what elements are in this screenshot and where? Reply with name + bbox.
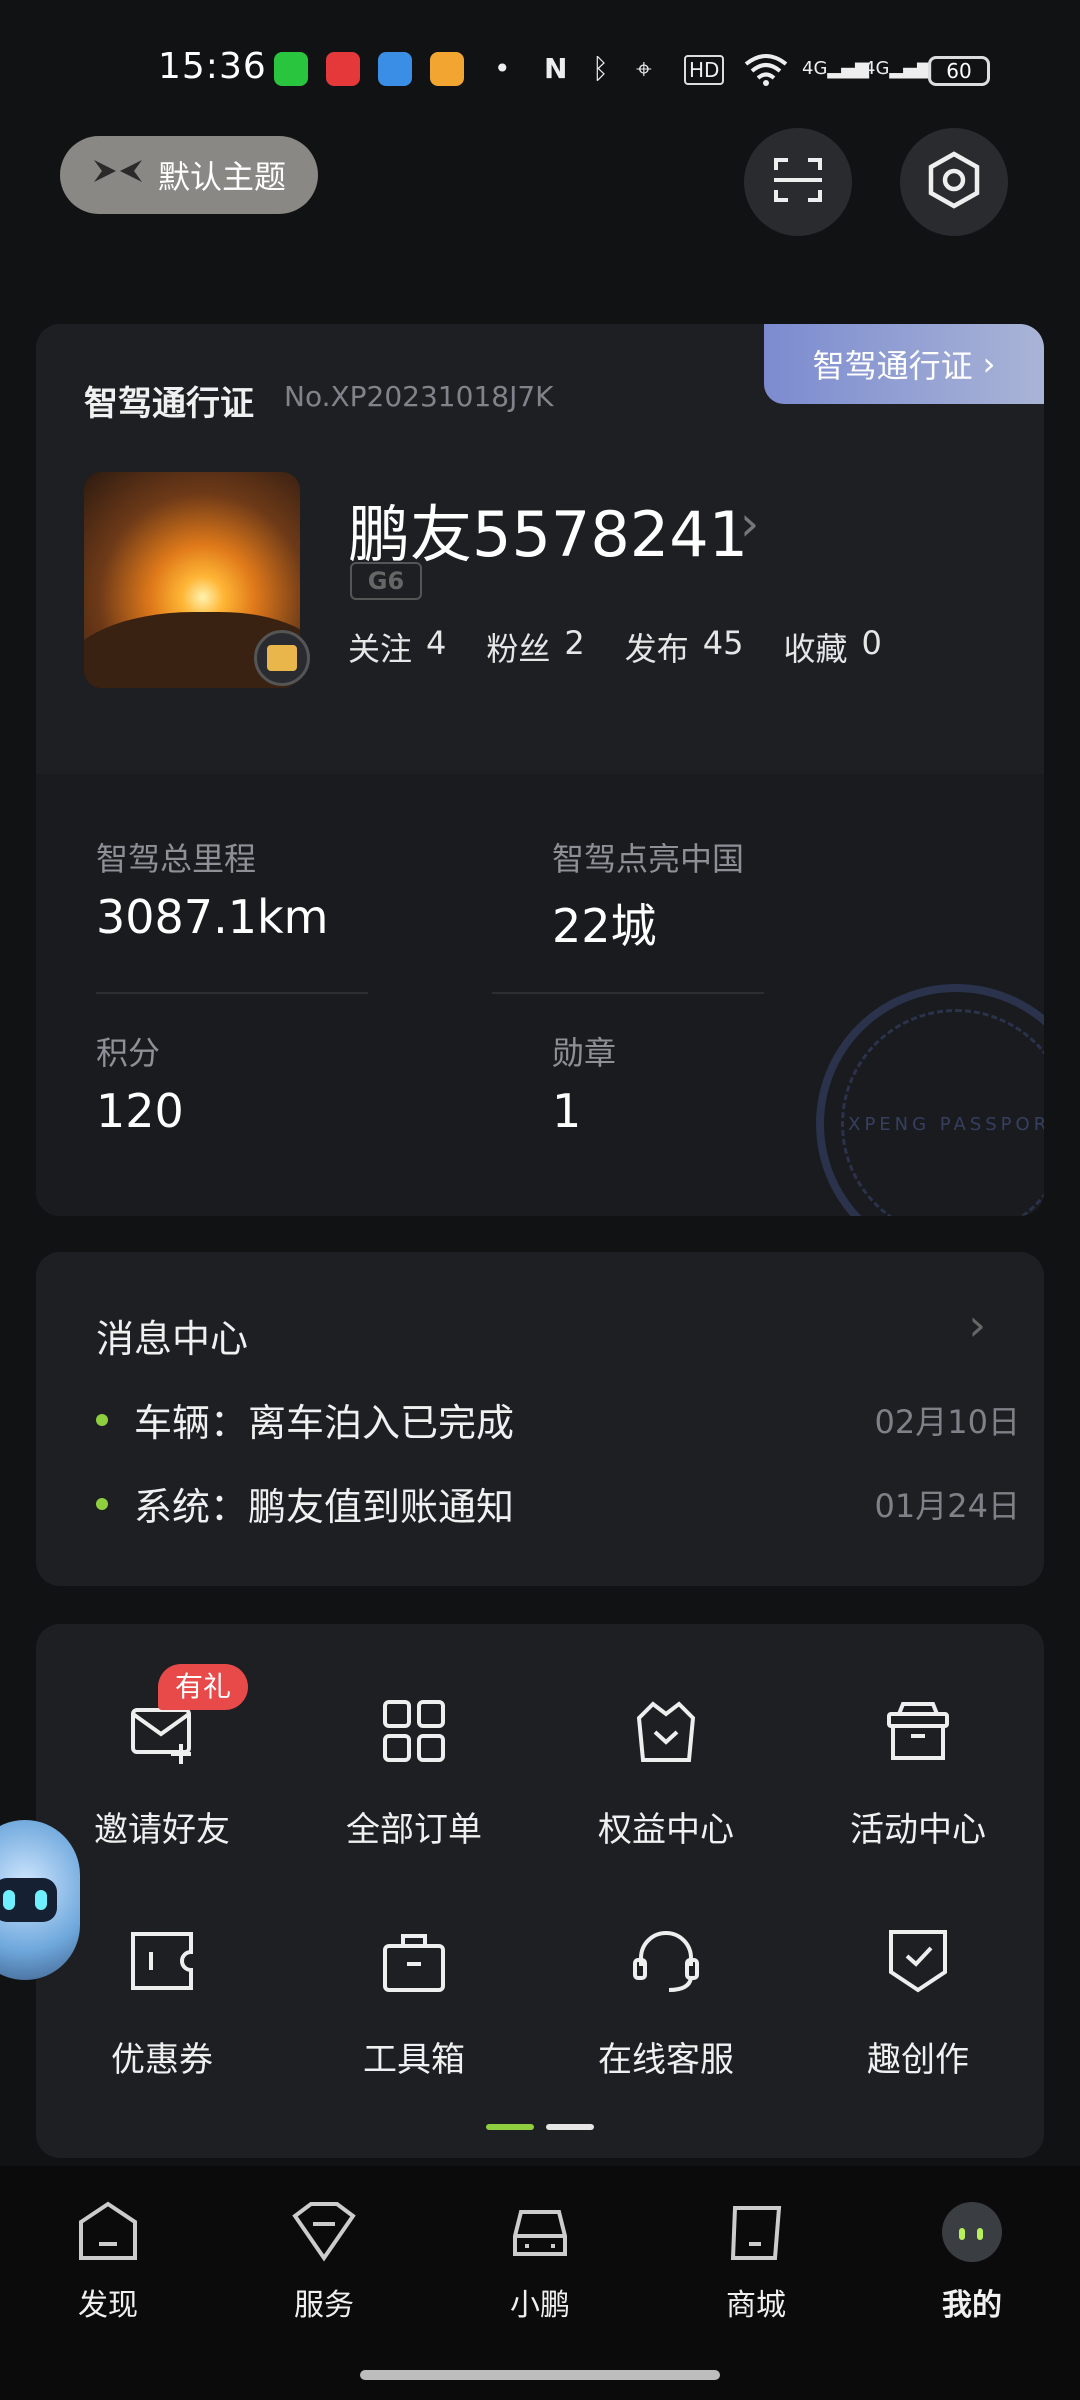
battery-indicator: 60: [928, 56, 990, 86]
message-center-title: 消息中心: [96, 1317, 249, 1361]
passport-tag-button[interactable]: 智驾通行证 ›: [764, 324, 1044, 404]
username[interactable]: 鹏友5578241: [348, 484, 748, 574]
status-time: 15:36: [158, 46, 267, 87]
coupon-icon: [125, 1924, 199, 1998]
theme-button[interactable]: 默认主题: [60, 136, 318, 214]
service-icon: [289, 2196, 359, 2270]
nav-mine[interactable]: 我的: [864, 2196, 1080, 2324]
menu-online-support[interactable]: 在线客服: [540, 1924, 792, 2081]
message-center-card[interactable]: 消息中心 › 车辆：离车泊入已完成 02月10日 系统：鹏友值到账通知 01月2…: [36, 1252, 1044, 1586]
signal-icon: 4G▂▄▆: [802, 58, 869, 79]
benefits-basket-icon: [629, 1694, 703, 1768]
car-model-tag: G6: [350, 562, 422, 600]
stat-favorites[interactable]: 收藏 0: [783, 624, 881, 670]
passport-title: 智驾通行证: [84, 384, 254, 424]
profile-stats: 关注 4 粉丝 2 发布 45 收藏 0: [348, 624, 882, 670]
nav-discover[interactable]: 发现: [0, 2196, 216, 2324]
metric-cities: 智驾点亮中国 22城: [552, 840, 745, 953]
stamp-text: XPENG PASSPORT: [841, 1009, 1044, 1216]
status-bar: 15:36 • N ᛒ ⌖ HD 4G▂▄▆ 4G▂▄▆ 60: [0, 0, 1080, 140]
chevron-right-icon[interactable]: ›: [740, 496, 759, 552]
app-notification-icon: [326, 52, 360, 86]
signal-icon: 4G▂▄▆: [864, 58, 931, 79]
chevron-right-icon: ›: [982, 345, 996, 383]
create-shield-icon: [881, 1924, 955, 1998]
bottom-navigation: 发现 服务 小鹏 商城 我的: [0, 2166, 1080, 2400]
car-icon: [505, 2196, 575, 2270]
wifi-icon: [744, 52, 788, 94]
hd-icon: HD: [684, 55, 725, 85]
app-notification-icon: [274, 52, 308, 86]
home-indicator[interactable]: [360, 2370, 720, 2380]
quick-menu-card: 邀请好友 有礼 全部订单 权益中心 活动中心 优惠券 工具箱 在线客服 趣创作: [36, 1624, 1044, 2158]
xpeng-logo-icon: [92, 156, 144, 194]
page-indicator-active: [486, 2124, 534, 2130]
metric-points: 积分 120: [96, 1034, 184, 1138]
robot-face-icon: [0, 1878, 57, 1922]
metric-mileage: 智驾总里程 3087.1km: [96, 840, 329, 944]
headset-icon: [629, 1924, 703, 1998]
metric-medals: 勋章 1: [552, 1034, 617, 1138]
menu-benefits-center[interactable]: 权益中心: [540, 1694, 792, 1851]
settings-button[interactable]: [900, 128, 1008, 236]
activity-box-icon: [881, 1694, 955, 1768]
menu-invite-friends[interactable]: 邀请好友: [36, 1694, 288, 1851]
settings-hex-icon: [924, 150, 984, 214]
menu-all-orders[interactable]: 全部订单: [288, 1694, 540, 1851]
divider: [96, 992, 368, 994]
nav-service[interactable]: 服务: [216, 2196, 432, 2324]
passport-tag-label: 智驾通行证: [812, 347, 973, 385]
bluetooth-icon: ᛒ: [592, 52, 609, 85]
app-notification-icon: [378, 52, 412, 86]
gift-badge: 有礼: [158, 1664, 248, 1710]
nfc-icon: N: [544, 52, 568, 85]
unread-dot-icon: [96, 1497, 108, 1510]
stat-following[interactable]: 关注 4: [348, 624, 446, 670]
message-item[interactable]: 系统：鹏友值到账通知 01月24日: [96, 1476, 1020, 1531]
app-notification-icon: [430, 52, 464, 86]
theme-label: 默认主题: [158, 158, 287, 196]
grid-orders-icon: [377, 1694, 451, 1768]
unread-dot-icon: [96, 1413, 108, 1426]
mall-icon: [721, 2196, 791, 2270]
nav-mall[interactable]: 商城: [648, 2196, 864, 2324]
discover-icon: [73, 2196, 143, 2270]
chevron-right-icon[interactable]: ›: [968, 1300, 986, 1351]
stat-posts[interactable]: 发布 45: [625, 624, 744, 670]
toolbox-icon: [377, 1924, 451, 1998]
passport-card[interactable]: 智驾通行证 › 智驾通行证 No.XP20231018J7K 鹏友5578241…: [36, 324, 1044, 1216]
nav-xpeng[interactable]: 小鹏: [432, 2196, 648, 2324]
more-dot-icon: •: [494, 52, 511, 85]
page-indicator[interactable]: [546, 2124, 594, 2130]
divider: [492, 992, 764, 994]
menu-toolbox[interactable]: 工具箱: [288, 1924, 540, 2081]
scan-icon: [772, 154, 824, 210]
avatar-badge-icon: [254, 630, 310, 686]
profile-avatar-icon: [937, 2196, 1007, 2270]
stat-followers[interactable]: 粉丝 2: [486, 624, 584, 670]
message-item[interactable]: 车辆：离车泊入已完成 02月10日: [96, 1392, 1020, 1447]
menu-creation[interactable]: 趣创作: [792, 1924, 1044, 2081]
scan-button[interactable]: [744, 128, 852, 236]
location-icon: ⌖: [636, 52, 652, 85]
assistant-robot-button[interactable]: [0, 1820, 80, 1980]
menu-activity-center[interactable]: 活动中心: [792, 1694, 1044, 1851]
passport-number: No.XP20231018J7K: [284, 380, 554, 413]
